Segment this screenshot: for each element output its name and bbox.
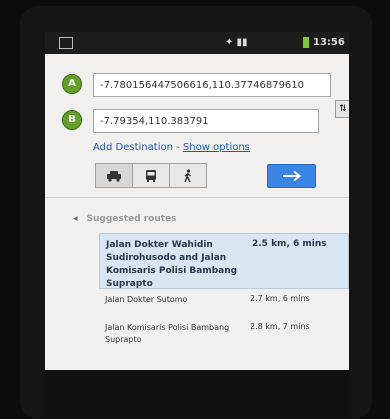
travel-mode-selector (95, 163, 207, 188)
destination-input[interactable]: -7.79354,110.383791 (93, 109, 319, 133)
section-divider (45, 197, 349, 198)
route-info: 2.8 km, 7 mins (250, 322, 310, 331)
arrow-right-icon (282, 170, 301, 182)
mode-walk-button[interactable] (170, 163, 207, 188)
route-name: Jalan Komisaris Polisi Bambang Suprapto (105, 323, 230, 344)
suggested-routes-heading[interactable]: ◂ Suggested routes (73, 214, 177, 224)
route-option-selected[interactable]: Jalan Dokter Wahidin Sudirohusodo and Ja… (99, 233, 349, 289)
route-info: 2.7 km, 6 mins (250, 294, 310, 303)
destination-marker-icon: B (62, 110, 82, 130)
add-destination-link[interactable]: Add Destination (93, 142, 173, 153)
route-name: Jalan Dokter Wahidin Sudirohusodo and Ja… (106, 240, 238, 289)
show-options-link[interactable]: Show options (183, 142, 250, 153)
origin-marker-icon: A (62, 74, 82, 94)
mode-car-button[interactable] (95, 163, 133, 188)
mode-transit-button[interactable] (133, 163, 170, 188)
suggested-routes-label: Suggested routes (86, 214, 177, 224)
origin-input[interactable]: -7.780156447506616,110.37746879610 (93, 73, 331, 97)
status-bar: ✦ ▮▮ 13:56 (45, 32, 349, 54)
route-option[interactable]: Jalan Dokter Sutomo 2.7 km, 6 mins (105, 294, 349, 324)
route-info: 2.5 km, 6 mins (252, 239, 327, 249)
bus-icon (146, 169, 156, 182)
notification-icon (59, 37, 73, 49)
route-option[interactable]: Jalan Komisaris Polisi Bambang Suprapto … (105, 322, 349, 352)
link-separator: - (172, 142, 183, 153)
battery-icon (303, 37, 309, 48)
walk-icon (184, 168, 191, 182)
device-screen: ✦ ▮▮ 13:56 A -7.780156447506616,110.3774… (45, 32, 349, 370)
status-time: 13:56 (313, 37, 345, 48)
route-name: Jalan Dokter Sutomo (105, 295, 188, 304)
get-directions-button[interactable] (267, 164, 316, 188)
expand-triangle-icon: ◂ (73, 214, 78, 224)
car-icon (107, 170, 121, 182)
signal-icon: ✦ ▮▮ (225, 37, 248, 48)
route-options-links: Add Destination - Show options (93, 142, 250, 153)
device-bottom-bezel (45, 370, 349, 419)
swap-button[interactable]: ⇅ (335, 100, 349, 118)
